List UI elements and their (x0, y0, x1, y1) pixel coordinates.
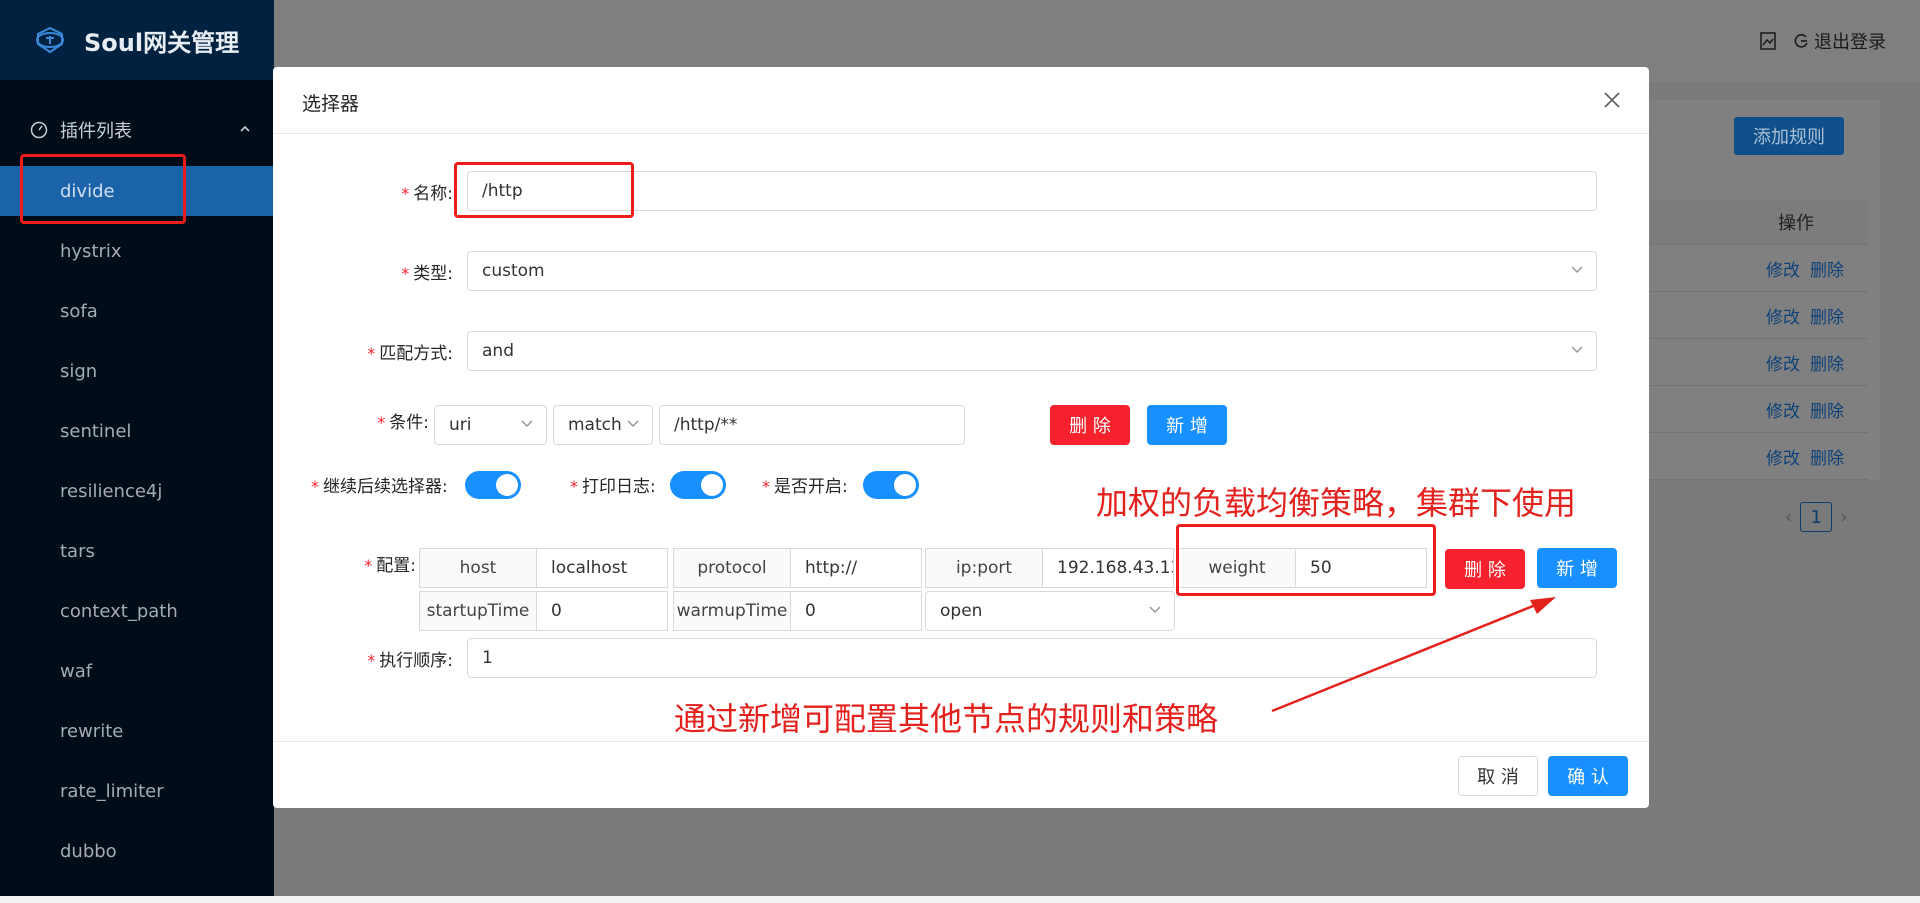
annotation-arrow (1271, 597, 1556, 713)
